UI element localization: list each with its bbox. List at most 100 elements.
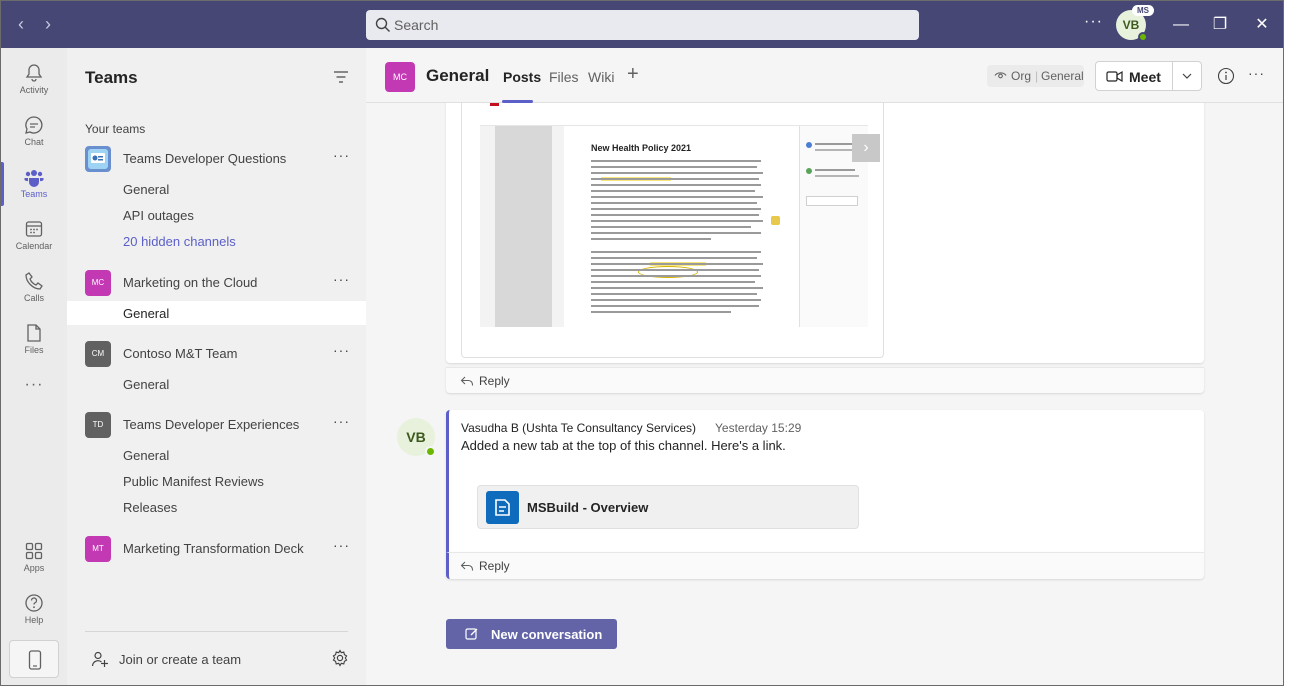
team-contoso-mt-team[interactable]: CM Contoso M&T Team ···	[67, 339, 366, 369]
comment-reply-box	[806, 196, 858, 206]
channel-item-selected[interactable]: General	[67, 301, 366, 325]
add-tab-button[interactable]: +	[627, 63, 639, 86]
rail-teams[interactable]: Teams	[1, 158, 67, 210]
team-teams-developer-questions[interactable]: Teams Developer Questions ···	[67, 144, 366, 174]
team-image-icon	[88, 149, 108, 169]
rail-files[interactable]: Files	[1, 314, 67, 366]
rail-chat[interactable]: Chat	[1, 106, 67, 158]
channel-item[interactable]: API outages	[67, 203, 366, 227]
doc-text-line	[591, 160, 761, 162]
rail-label: Teams	[20, 189, 48, 199]
more-options-button[interactable]: ···	[1084, 13, 1103, 31]
rail-label: Calls	[23, 293, 44, 303]
doc-text-line	[591, 202, 757, 204]
team-more-button[interactable]: ···	[333, 271, 350, 287]
forward-button[interactable]: ›	[38, 13, 58, 35]
message-card: Vasudha B (Ushta Te Consultancy Services…	[446, 410, 1204, 552]
channel-item[interactable]: Public Manifest Reviews	[67, 469, 366, 493]
calendar-icon	[25, 221, 43, 237]
teams-panel: Teams Your teams Teams Developer Questio…	[67, 48, 366, 685]
doc-text-line	[591, 287, 763, 289]
team-marketing-on-the-cloud[interactable]: MC Marketing on the Cloud ···	[67, 268, 366, 298]
compose-icon	[465, 628, 478, 640]
team-name: Marketing Transformation Deck	[123, 541, 304, 556]
reply-label: Reply	[479, 559, 510, 573]
channel-item[interactable]: General	[67, 177, 366, 201]
info-icon[interactable]	[1217, 67, 1235, 85]
doc-text-line	[591, 166, 757, 168]
team-more-button[interactable]: ···	[333, 413, 350, 429]
team-name: Marketing on the Cloud	[123, 275, 258, 290]
doc-toolbar	[480, 112, 868, 126]
hidden-channels-link[interactable]: 20 hidden channels	[67, 229, 366, 253]
team-more-button[interactable]: ···	[333, 537, 350, 553]
doc-text-line	[591, 172, 763, 174]
doc-text-line	[591, 220, 763, 222]
team-marketing-transformation-deck[interactable]: MT Marketing Transformation Deck ···	[67, 534, 366, 564]
team-more-button[interactable]: ···	[333, 147, 350, 163]
restore-button[interactable]: ❐	[1209, 14, 1231, 36]
filter-icon[interactable]	[333, 70, 349, 84]
minimize-button[interactable]: —	[1170, 14, 1192, 36]
channel-name: API outages	[123, 208, 194, 223]
gear-icon[interactable]	[331, 649, 349, 667]
preview-next-button[interactable]: ›	[852, 134, 880, 162]
doc-text-line	[591, 257, 757, 259]
channel-item[interactable]: Releases	[67, 495, 366, 519]
rail-label: Apps	[23, 563, 45, 573]
panel-divider	[85, 631, 348, 632]
mobile-download-button[interactable]	[9, 640, 59, 678]
chevron-down-icon[interactable]	[1181, 69, 1193, 83]
org-badge: MS	[1132, 5, 1154, 16]
app-rail: Activity Chat Teams Calendar Calls Files…	[1, 48, 67, 685]
tab-wiki[interactable]: Wiki	[588, 69, 614, 85]
doc-comment-marker	[771, 216, 780, 225]
chat-icon	[25, 116, 43, 134]
file-icon	[27, 324, 41, 342]
preview-marker	[490, 103, 499, 106]
more-apps-button[interactable]: ···	[1, 376, 67, 394]
join-or-create-team-button[interactable]: Join or create a team	[67, 646, 366, 672]
document-preview[interactable]: New Health Policy 2021 ›	[461, 103, 884, 358]
back-button[interactable]: ‹	[11, 13, 31, 35]
doc-text-line	[591, 311, 731, 313]
tab-posts[interactable]: Posts	[503, 69, 541, 85]
channel-item[interactable]: General	[67, 443, 366, 467]
tab-link-card[interactable]: MSBuild - Overview	[477, 485, 859, 529]
team-name: Contoso M&T Team	[123, 346, 238, 361]
channel-name: Public Manifest Reviews	[123, 474, 264, 489]
org-wide-badge: Org | General	[987, 65, 1084, 87]
reply-bar[interactable]: Reply	[446, 552, 1204, 579]
reply-label: Reply	[479, 374, 510, 388]
rail-calendar[interactable]: Calendar	[1, 210, 67, 262]
rail-help[interactable]: Help	[1, 584, 67, 636]
rail-apps[interactable]: Apps	[1, 532, 67, 584]
teams-icon	[24, 170, 44, 187]
team-avatar: MC	[85, 270, 111, 296]
channel-item[interactable]: General	[67, 372, 366, 396]
search-box[interactable]: Search	[366, 10, 919, 40]
tab-files[interactable]: Files	[549, 69, 579, 85]
rail-label: Chat	[24, 137, 44, 147]
reply-bar[interactable]: Reply	[446, 367, 1204, 393]
team-more-button[interactable]: ···	[333, 342, 350, 358]
channel-name: General	[123, 182, 170, 197]
rail-calls[interactable]: Calls	[1, 262, 67, 314]
channel-team-avatar: MC	[385, 62, 415, 92]
message-author-avatar[interactable]: VB	[397, 418, 436, 457]
close-button[interactable]: ✕	[1251, 14, 1273, 36]
search-icon	[375, 17, 390, 32]
meet-button[interactable]: Meet	[1095, 61, 1202, 91]
add-people-icon	[91, 651, 108, 667]
team-teams-developer-experiences[interactable]: TD Teams Developer Experiences ···	[67, 410, 366, 440]
rail-activity[interactable]: Activity	[1, 54, 67, 106]
message-body: Added a new tab at the top of this chann…	[461, 438, 786, 453]
author-initials: VB	[406, 429, 426, 445]
comment-avatar	[806, 142, 812, 148]
new-conversation-button[interactable]: New conversation	[446, 619, 617, 649]
doc-text-line	[591, 190, 755, 192]
doc-text-line	[591, 305, 759, 307]
channel-more-button[interactable]: ···	[1248, 65, 1265, 81]
message-timestamp: Yesterday 15:29	[715, 421, 802, 435]
rail-label: Activity	[19, 85, 49, 95]
